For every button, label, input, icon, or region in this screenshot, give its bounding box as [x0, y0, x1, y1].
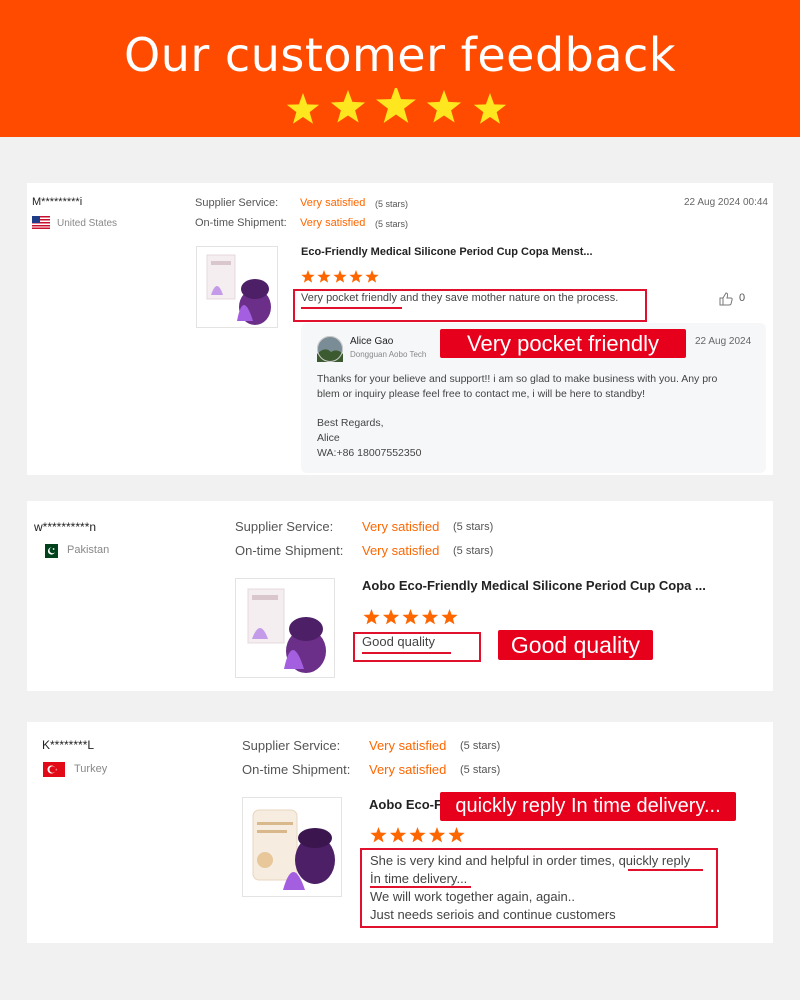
review-card-2: w**********n Pakistan Supplier Service: … [27, 501, 773, 691]
buyer-name: K********L [42, 738, 95, 752]
product-thumbnail[interactable] [235, 578, 335, 678]
product-title[interactable]: Eco-Friendly Medical Silicone Period Cup… [301, 246, 593, 258]
reply-company: Dongguan Aobo Tech [350, 350, 427, 359]
reply-text-line: blem or inquiry please feel free to cont… [317, 388, 646, 400]
comment-highlight-box [293, 289, 647, 322]
reply-text-line: WA:+86 18007552350 [317, 447, 422, 459]
supplier-service-label: Supplier Service: [235, 519, 334, 534]
shipment-value: Very satisfied [362, 543, 440, 558]
product-rating-stars [363, 609, 458, 625]
comment-highlight-box [360, 848, 718, 928]
comment-highlight-box [353, 632, 481, 662]
product-thumbnail[interactable] [242, 797, 342, 897]
flag-turkey-icon [43, 762, 65, 777]
buyer-name: M*********i [32, 196, 83, 208]
supplier-service-value: Very satisfied [369, 738, 447, 753]
star-icon [376, 88, 416, 123]
reply-text-line: Thanks for your believe and support!! i … [317, 373, 718, 385]
highlight-callout: quickly reply In time delivery... [440, 792, 736, 821]
product-rating-stars [301, 270, 379, 283]
shipment-stars: (5 stars) [375, 219, 409, 229]
shipment-stars: (5 stars) [460, 764, 501, 776]
shipment-value: Very satisfied [369, 762, 447, 777]
supplier-service-value: Very satisfied [362, 519, 440, 534]
avatar [317, 336, 343, 362]
supplier-service-stars: (5 stars) [453, 521, 494, 533]
banner-title: Our customer feedback [124, 28, 676, 82]
shipment-label: On-time Shipment: [235, 543, 344, 558]
reply-text-line: Best Regards, [317, 417, 384, 429]
comment-underline [370, 886, 471, 888]
reply-date: 22 Aug 2024 [695, 336, 752, 347]
shipment-value: Very satisfied [300, 217, 366, 229]
product-title[interactable]: Aobo Eco-F [369, 797, 442, 812]
shipment-label: On-time Shipment: [195, 217, 287, 229]
reply-author: Alice Gao [350, 336, 394, 347]
flag-us-icon [32, 216, 50, 229]
star-icon [330, 90, 366, 123]
comment-underline [628, 869, 703, 871]
buyer-name: w**********n [34, 520, 97, 534]
shipment-label: On-time Shipment: [242, 762, 351, 777]
highlight-callout: Very pocket friendly [440, 329, 686, 358]
buyer-country: Turkey [74, 763, 108, 775]
product-thumbnail[interactable] [196, 246, 278, 328]
supplier-service-label: Supplier Service: [195, 197, 279, 209]
comment-underline [362, 652, 451, 654]
star-icon [473, 93, 507, 124]
feedback-banner: Our customer feedback [0, 0, 800, 137]
supplier-service-value: Very satisfied [300, 197, 366, 209]
banner-rating-stars [286, 88, 507, 124]
star-icon [286, 93, 320, 124]
like-icon[interactable] [719, 292, 733, 306]
shipment-stars: (5 stars) [453, 545, 494, 557]
comment-underline [301, 307, 402, 309]
supplier-service-stars: (5 stars) [375, 199, 409, 209]
reply-text-line: Alice [317, 432, 340, 444]
review-card-3: K********L Turkey Supplier Service: Very… [27, 722, 773, 943]
product-title[interactable]: Aobo Eco-Friendly Medical Silicone Perio… [362, 578, 706, 593]
like-count: 0 [739, 292, 746, 304]
supplier-service-stars: (5 stars) [460, 740, 501, 752]
review-date: 22 Aug 2024 00:44 [684, 197, 768, 208]
highlight-callout: Good quality [498, 630, 653, 660]
buyer-country: United States [57, 218, 118, 229]
review-card-1: M*********i United States Supplier Servi… [27, 183, 773, 475]
supplier-service-label: Supplier Service: [242, 738, 341, 753]
flag-pakistan-icon [41, 544, 58, 558]
buyer-country: Pakistan [67, 544, 110, 556]
product-rating-stars [370, 827, 465, 843]
star-icon [426, 90, 462, 123]
